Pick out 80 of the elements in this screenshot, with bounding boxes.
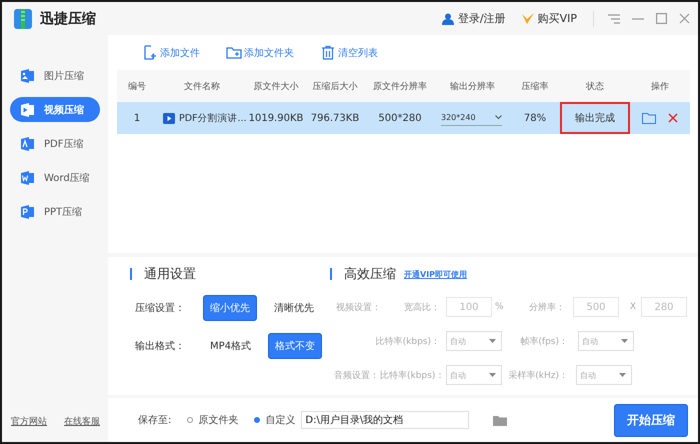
option-button[interactable]: 格式不变 (268, 333, 322, 359)
add-folder-icon (226, 45, 242, 60)
folder-icon[interactable] (493, 414, 508, 426)
image-document-icon (18, 68, 36, 84)
table-row[interactable]: 1 PDF分割演讲... 1019.90KB 796.73KB 500*280 320*240 78% 输出完成 (117, 102, 690, 134)
option-button[interactable]: 缩小优先 (203, 295, 257, 321)
buy-vip-link[interactable]: 购买VIP (538, 11, 577, 26)
setting-label: 视频设置： (336, 302, 382, 314)
toolbar-button[interactable]: 清空列表 (320, 45, 378, 60)
section-title: 通用设置 (144, 266, 196, 283)
folder-icon[interactable] (642, 112, 656, 124)
close-icon[interactable] (679, 13, 690, 24)
sidebar-item[interactable]: PPT压缩 (10, 199, 100, 224)
setting-label: 比特率(kbps)： (380, 370, 444, 382)
setting-label: 输出格式： (135, 340, 186, 353)
setting-label: 帧率(fps)： (519, 336, 568, 348)
radio-option[interactable]: 原文件夹 (187, 413, 238, 427)
caret-down-icon (619, 373, 626, 377)
column-header: 压缩率 (520, 80, 550, 92)
column-header: 操作 (650, 80, 670, 92)
footer-link[interactable]: 官方网站 (11, 415, 47, 428)
table-cell-text: 1 (132, 112, 142, 124)
setting-label: 采样率(kHz)： (507, 370, 568, 382)
toolbar-button[interactable]: 添加文件 (142, 45, 200, 60)
setting-label: 音频设置： (334, 370, 380, 382)
v-icon (522, 12, 534, 24)
ppt-document-icon (18, 204, 36, 220)
menu-icon[interactable] (608, 14, 620, 24)
table-cell-text: 796.73KB (310, 112, 360, 124)
table-cell-text: 1019.90KB (248, 112, 304, 124)
video-play-icon (163, 112, 175, 124)
column-header: 原文件分辨率 (372, 80, 428, 92)
caret-down-icon (489, 373, 496, 377)
setting-label: % (495, 302, 505, 312)
word-document-icon (18, 170, 36, 186)
footer-link[interactable]: 在线客服 (64, 415, 100, 428)
sidebar-item[interactable]: 视频压缩 (10, 97, 100, 122)
column-header: 文件名称 (183, 80, 221, 92)
column-header: 原文件大小 (252, 80, 300, 92)
setting-label: 压缩设置： (135, 302, 186, 315)
table-cell-text: 500*280 (377, 112, 423, 124)
section-title: 高效压缩 (344, 266, 396, 283)
status-cell: 输出完成 (560, 102, 630, 134)
add-file-icon (142, 45, 158, 60)
caret-down-icon (489, 339, 496, 343)
option-button[interactable]: 清晰优先 (267, 295, 321, 321)
pdf-document-icon (18, 136, 36, 152)
delete-icon[interactable] (668, 113, 678, 123)
start-button[interactable]: 开始压缩 (614, 404, 688, 436)
column-header: 编号 (127, 80, 147, 92)
setting-label: 比特率(kbps)： (374, 336, 440, 348)
sidebar-item[interactable]: PDF压缩 (10, 131, 100, 156)
app-title: 迅捷压缩 (40, 10, 96, 28)
user-icon (442, 12, 454, 24)
setting-label: 宽高比： (403, 302, 440, 314)
radio-button[interactable] (187, 417, 194, 423)
toolbar-button[interactable]: 添加文件夹 (226, 45, 294, 60)
setting-label: 分辨率： (528, 302, 565, 314)
save-label: 保存至: (138, 414, 172, 427)
setting-label: X (628, 302, 636, 312)
app-logo-icon (14, 8, 32, 30)
radio-button[interactable] (254, 417, 260, 423)
column-header: 状态 (585, 80, 605, 92)
file-name: PDF分割演讲... (179, 112, 247, 124)
table-cell-text: 78% (522, 112, 548, 124)
caret-down-icon (621, 339, 628, 343)
sidebar-item[interactable]: 图片压缩 (10, 63, 100, 88)
column-header: 输出分辨率 (449, 80, 496, 92)
chevron-down-icon (495, 115, 502, 120)
path-field[interactable]: D:\用户目录\我的文档 (301, 411, 470, 429)
trash-icon (320, 45, 336, 60)
maximize-icon[interactable] (656, 13, 667, 24)
sidebar-item[interactable]: Word压缩 (10, 165, 100, 190)
video-document-icon (18, 102, 36, 118)
resolution-dropdown[interactable]: 320*240 (441, 110, 502, 126)
login-link[interactable]: 登录/注册 (458, 11, 506, 26)
option-button[interactable]: MP4格式 (203, 333, 258, 359)
column-header: 压缩后大小 (312, 80, 358, 92)
vip-link[interactable]: 开通VIP即可使用 (404, 268, 468, 280)
radio-option[interactable]: 自定义 (254, 413, 296, 427)
